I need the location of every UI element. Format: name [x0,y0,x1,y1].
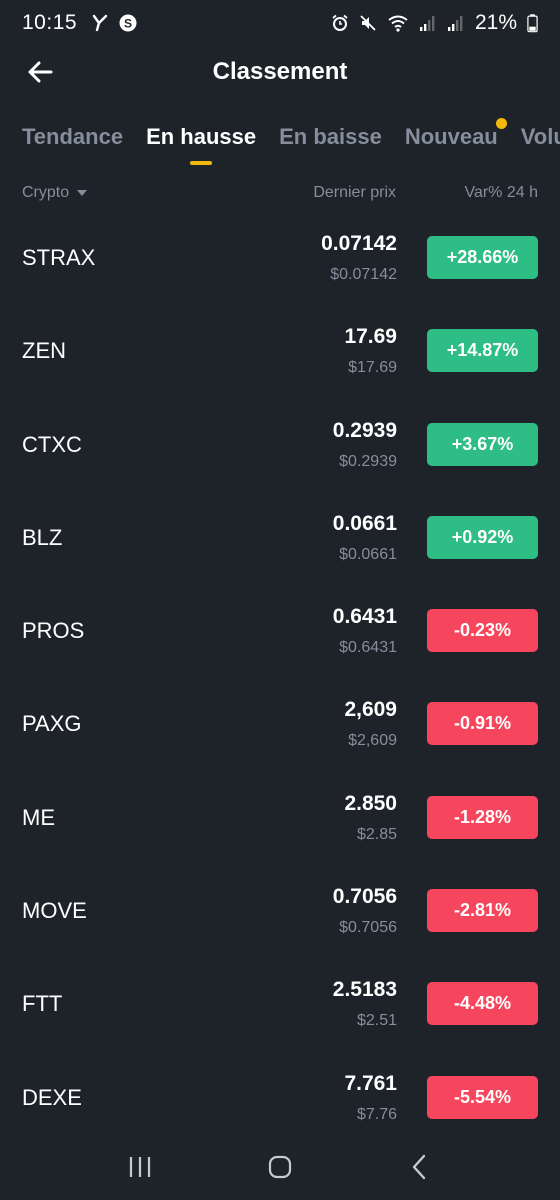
row-usd-price: $7.76 [356,1105,397,1123]
table-row[interactable]: ME 2.850 $2.85 -1.28% [0,772,560,865]
change-badge[interactable]: +28.66% [427,236,538,279]
table-row[interactable]: ZEN 17.69 $17.69 +14.87% [0,305,560,398]
row-price: 0.0661 [332,511,397,535]
tab-label: Volume [520,124,560,149]
caret-down-icon [77,190,88,196]
row-price: 2.850 [344,791,397,815]
signal-icon-2 [447,16,463,31]
change-badge[interactable]: -1.28% [427,795,538,839]
row-symbol: FTT [22,991,63,1017]
status-right: 21% [331,11,538,35]
row-price: 2,609 [344,698,397,722]
active-tab-indicator [190,161,213,165]
tab-nouveau[interactable]: Nouveau [404,110,507,168]
row-usd-price: $0.2939 [339,452,397,470]
table-row[interactable]: CTXC 0.2939 $0.2939 +3.67% [0,399,560,492]
row-price: 0.7056 [332,885,397,909]
row-symbol: BLZ [22,524,63,550]
row-price: 0.07142 [321,232,397,255]
signal-icon [419,16,435,31]
table-row[interactable]: DEXE 7.761 $7.76 -5.54% [0,1052,560,1145]
column-header: Crypto Dernier prix Var% 24 h [0,178,560,210]
row-usd-price: $0.07142 [330,266,397,283]
row-symbol: MOVE [22,898,87,924]
tab-en-hausse[interactable]: En hausse [146,110,256,168]
row-usd-price: $0.0661 [339,545,397,563]
change-badge[interactable]: -2.81% [427,889,538,933]
row-price: 17.69 [344,325,397,349]
tab-label: En hausse [146,124,257,149]
svg-text:S: S [124,17,132,31]
row-usd-price: $2,609 [348,732,397,750]
alarm-icon [332,14,348,31]
tab-bar: Tendance En hausse En baisse Nouveau Vol… [0,110,560,172]
change-badge[interactable]: -0.23% [427,609,538,653]
row-symbol: STRAX [22,245,96,270]
header: Classement [0,46,560,98]
row-price: 0.2939 [332,418,397,442]
recent-apps-icon [129,1157,151,1177]
table-row[interactable]: PAXG 2,609 $2,609 -0.91% [0,678,560,771]
row-symbol: ZEN [22,338,66,364]
column-price-label[interactable]: Dernier prix [313,184,396,202]
change-badge[interactable]: -5.54% [427,1075,538,1119]
column-change-label[interactable]: Var% 24 h [464,184,538,202]
column-crypto-label: Crypto [22,184,70,201]
row-usd-price: $17.69 [348,359,397,377]
row-usd-price: $2.85 [356,825,397,843]
mute-icon [360,15,376,31]
status-bar: 10:15 S 21% [0,0,560,46]
row-price: 0.6431 [332,605,397,629]
recent-apps-button[interactable] [120,1147,160,1187]
change-badge[interactable]: -4.48% [427,982,538,1026]
row-symbol: DEXE [22,1084,82,1110]
wifi-icon [388,15,408,32]
sort-crypto-button[interactable]: Crypto [22,184,88,202]
back-nav-icon [412,1154,426,1180]
home-icon [268,1155,292,1179]
ranking-list: STRAX 0.07142 $0.07142 +28.66% ZEN 17.69… [0,212,560,1145]
change-badge[interactable]: +3.67% [427,422,538,466]
table-row[interactable]: FTT 2.5183 $2.51 -4.48% [0,958,560,1051]
y-icon [92,14,108,32]
table-row[interactable]: BLZ 0.0661 $0.0661 +0.92% [0,492,560,585]
row-usd-price: $2.51 [356,1012,397,1030]
tab-tendance[interactable]: Tendance [22,110,123,168]
row-symbol: CTXC [22,431,82,457]
table-row[interactable]: MOVE 0.7056 $0.7056 -2.81% [0,865,560,958]
table-row[interactable]: PROS 0.6431 $0.6431 -0.23% [0,585,560,678]
change-badge[interactable]: -0.91% [427,702,538,746]
tab-volume[interactable]: Volume [521,110,560,168]
s-circle-icon: S [119,14,137,32]
status-left-icons: S [91,14,137,32]
status-time: 10:15 [22,11,78,34]
row-symbol: PROS [22,618,85,644]
page-title: Classement [212,58,348,85]
row-usd-price: $0.7056 [339,919,397,937]
back-button[interactable] [22,56,58,88]
change-badge[interactable]: +14.87% [427,329,538,373]
notification-dot [495,118,507,129]
row-usd-price: $0.6431 [339,639,397,657]
system-nav-bar [0,1134,560,1200]
tab-label: En baisse [279,124,382,149]
battery-icon [527,14,538,33]
change-badge[interactable]: +0.92% [427,515,538,559]
system-back-button[interactable] [400,1147,440,1187]
row-symbol: PAXG [22,711,82,737]
tab-label: Nouveau [404,124,498,149]
home-button[interactable] [260,1147,300,1187]
tab-en-baisse[interactable]: En baisse [279,110,382,168]
row-price: 7.761 [344,1071,397,1095]
tab-label: Tendance [22,124,124,149]
row-symbol: ME [22,804,55,830]
battery-percent: 21% [474,11,517,34]
row-price: 2.5183 [332,978,397,1002]
table-row[interactable]: STRAX 0.07142 $0.07142 +28.66% [0,212,560,305]
arrow-left-icon [28,61,53,83]
